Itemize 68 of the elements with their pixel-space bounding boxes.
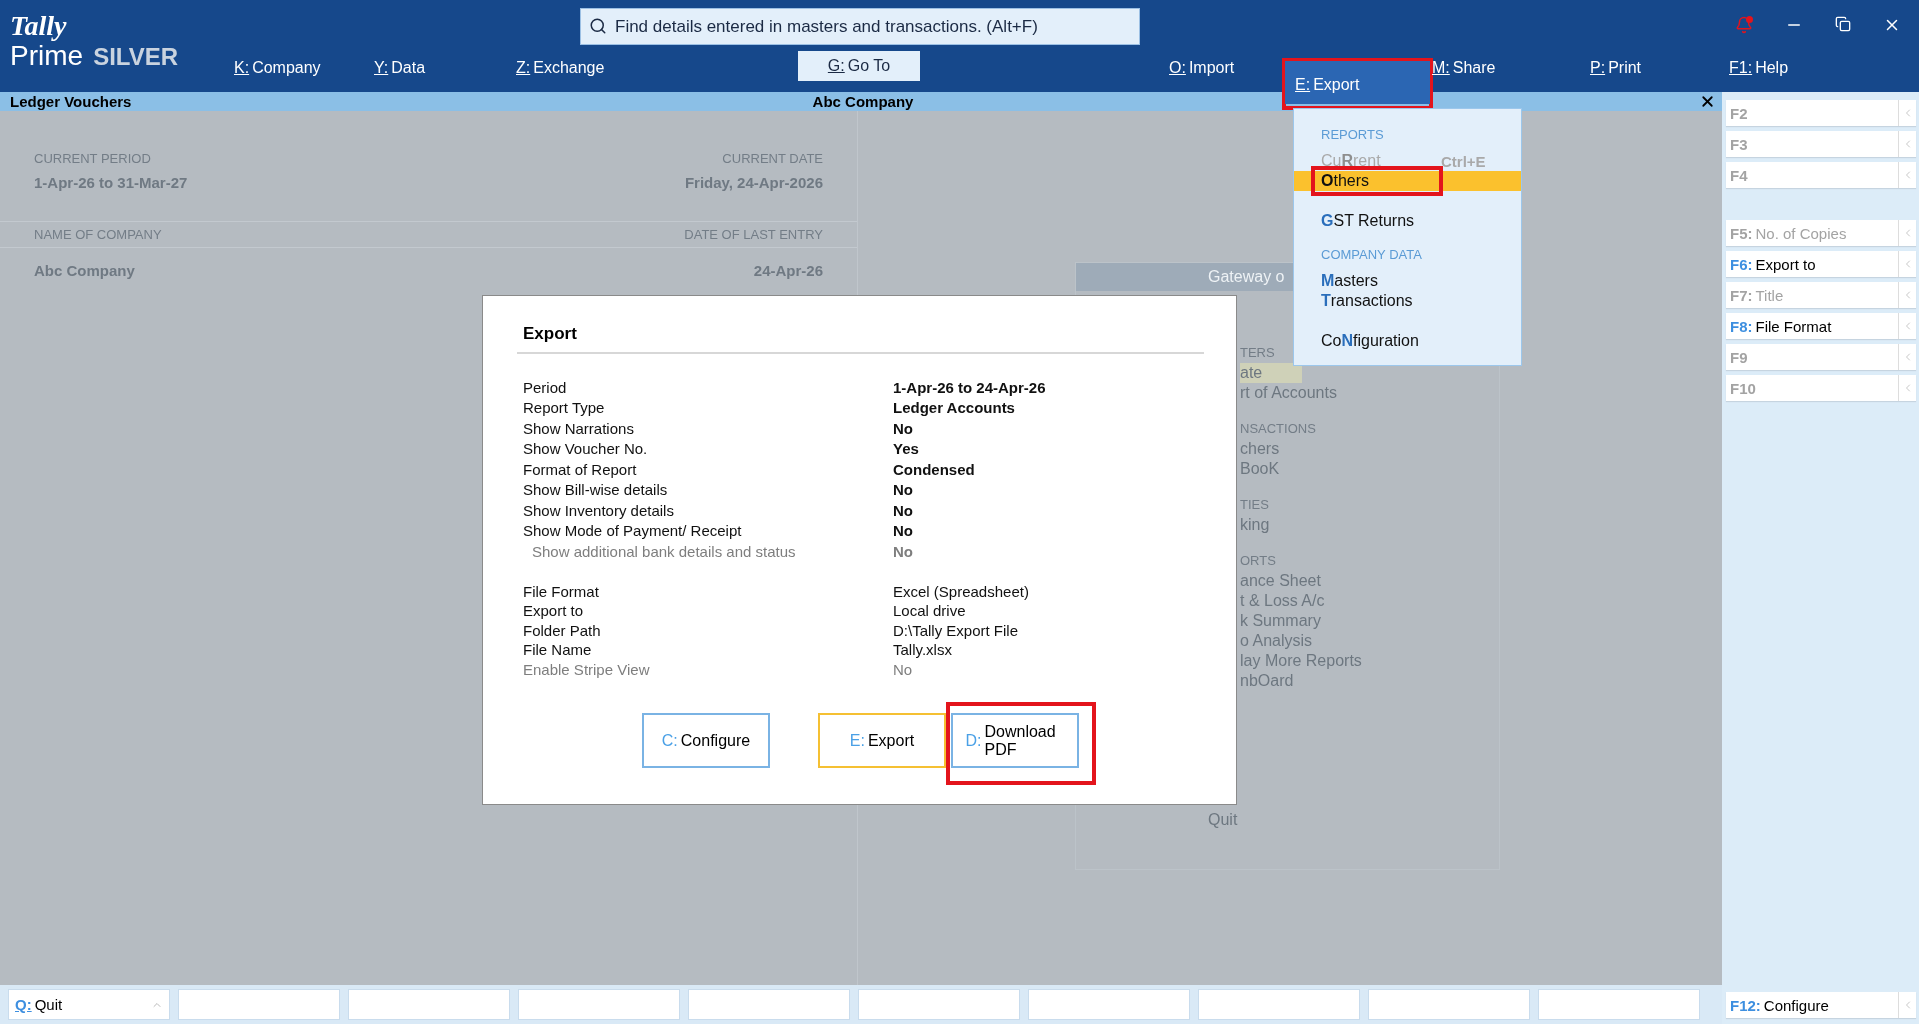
option-label: File Name — [522, 641, 593, 659]
info-label: CURRENT DATE — [722, 151, 823, 166]
option-label: Show Narrations — [522, 419, 635, 437]
option-value[interactable]: No — [893, 501, 1204, 519]
menu-item[interactable]: M: Share — [1430, 55, 1498, 81]
option-label: Export to — [522, 602, 585, 620]
option-label: Format of Report — [522, 460, 638, 478]
option-value[interactable]: No — [893, 481, 1204, 499]
current-period: 1-Apr-26 to 31-Mar-27 — [34, 174, 188, 191]
option-label: File Format — [522, 582, 600, 600]
option-value[interactable]: Ledger Accounts — [893, 399, 1204, 417]
option-value[interactable]: No — [893, 522, 1204, 540]
option-value[interactable]: Local drive — [893, 602, 1204, 620]
option-label: Show Bill-wise details — [522, 481, 669, 499]
dialog-button[interactable]: E: Export — [818, 713, 946, 768]
current-date: Friday, 24-Apr-2026 — [684, 174, 823, 191]
gateway-section: NSACTIONS — [1240, 419, 1499, 439]
menu-option[interactable]: Transactions — [1294, 291, 1521, 311]
gateway-title: Gateway o — [1208, 268, 1285, 286]
configure-button[interactable]: F12: Configure — [1726, 992, 1916, 1018]
menu-item[interactable]: E: Export — [1285, 61, 1430, 104]
option-label: Show Mode of Payment/ Receipt — [522, 522, 743, 540]
dialog-title: Export — [522, 324, 578, 344]
quit-button[interactable]: Q: Quit — [8, 989, 170, 1020]
function-key-button[interactable]: F6: Export to — [1726, 251, 1916, 277]
option-value[interactable]: Condensed — [893, 460, 1204, 478]
option-label: Enable Stripe View — [522, 660, 651, 678]
info-label: NAME OF COMPANY — [34, 227, 162, 242]
menu-option[interactable]: Others — [1294, 171, 1521, 191]
option-label: Report Type — [522, 399, 606, 417]
menu-item[interactable]: P: Print — [1588, 55, 1644, 81]
company-name: Abc Company — [34, 262, 135, 279]
function-key-button[interactable]: F8: File Format — [1726, 313, 1916, 339]
option-value[interactable]: Tally.xlsx — [893, 641, 1204, 659]
option-label: Period — [522, 378, 568, 396]
shortcut-label: Ctrl+E — [1441, 152, 1486, 170]
menu-item[interactable]: G: Go To — [798, 51, 920, 81]
restore-icon[interactable] — [1835, 16, 1851, 32]
option-value[interactable]: 1-Apr-26 to 24-Apr-26 — [893, 378, 1204, 396]
menu-option[interactable]: Masters — [1294, 271, 1521, 291]
menu-item[interactable]: O: Import — [1167, 55, 1237, 81]
option-label: Show additional bank details and status — [531, 542, 797, 560]
gateway-section: TIES — [1240, 495, 1499, 515]
close-icon[interactable] — [1699, 93, 1716, 110]
option-label: Show Voucher No. — [522, 440, 649, 458]
gateway-section: ORTS — [1240, 551, 1499, 571]
search-field[interactable]: Find details entered in masters and transactions. (Alt+F) — [580, 8, 1140, 45]
menu-item[interactable]: Y: Data — [372, 55, 428, 81]
option-label: Show Inventory details — [522, 501, 675, 519]
option-label: Folder Path — [522, 621, 602, 639]
menu-item[interactable]: Z: Exchange — [514, 55, 607, 81]
option-value[interactable]: No — [893, 419, 1204, 437]
company-title: Abc Company — [812, 93, 914, 110]
dialog-button[interactable]: C: Configure — [642, 713, 770, 768]
option-value[interactable]: Excel (Spreadsheet) — [893, 582, 1204, 600]
search-icon — [589, 17, 607, 35]
menu-item[interactable]: K: Company — [232, 55, 323, 81]
option-value[interactable]: Yes — [893, 440, 1204, 458]
last-entry-date: 24-Apr-26 — [753, 262, 823, 279]
menu-section-title: REPORTS — [1320, 126, 1385, 144]
report-title: Ledger Vouchers — [10, 93, 133, 110]
menu-option[interactable]: GST Returns — [1294, 211, 1521, 231]
info-label: CURRENT PERIOD — [34, 151, 151, 166]
info-label: DATE OF LAST ENTRY — [684, 227, 823, 242]
tally-prime-logo: Tally Prime SILVER — [9, 9, 180, 73]
option-value[interactable]: D:\Tally Export File — [893, 621, 1204, 639]
menu-item[interactable]: F1: Help — [1727, 55, 1791, 81]
menu-section-title: COMPANY DATA — [1320, 246, 1423, 264]
